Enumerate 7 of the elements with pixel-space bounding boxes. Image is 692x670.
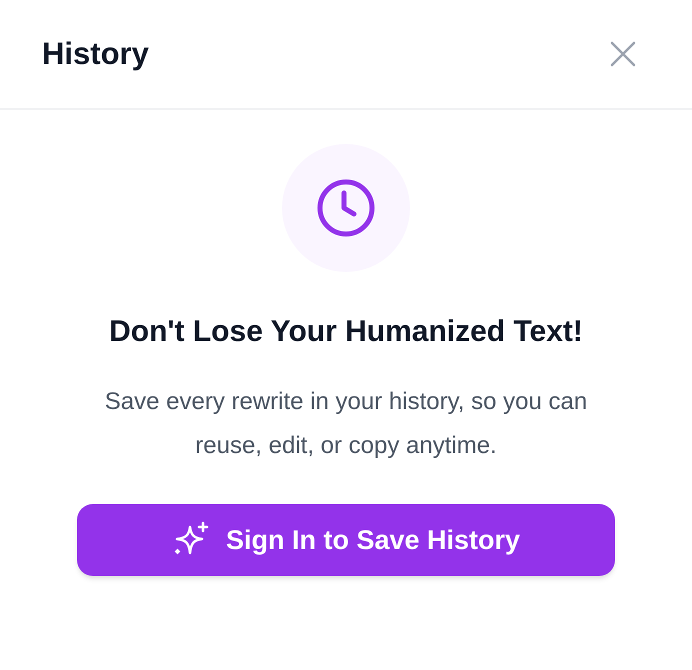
sign-in-button[interactable]: Sign In to Save History — [77, 504, 615, 576]
panel-title: History — [42, 34, 149, 73]
empty-state-description: Save every rewrite in your history, so you can reuse, edit, or copy anytime. — [104, 387, 588, 461]
close-button[interactable] — [608, 39, 638, 69]
empty-state-heading: Don't Lose Your Humanized Text! — [108, 314, 584, 350]
clock-icon — [316, 178, 376, 238]
close-icon — [610, 41, 636, 67]
